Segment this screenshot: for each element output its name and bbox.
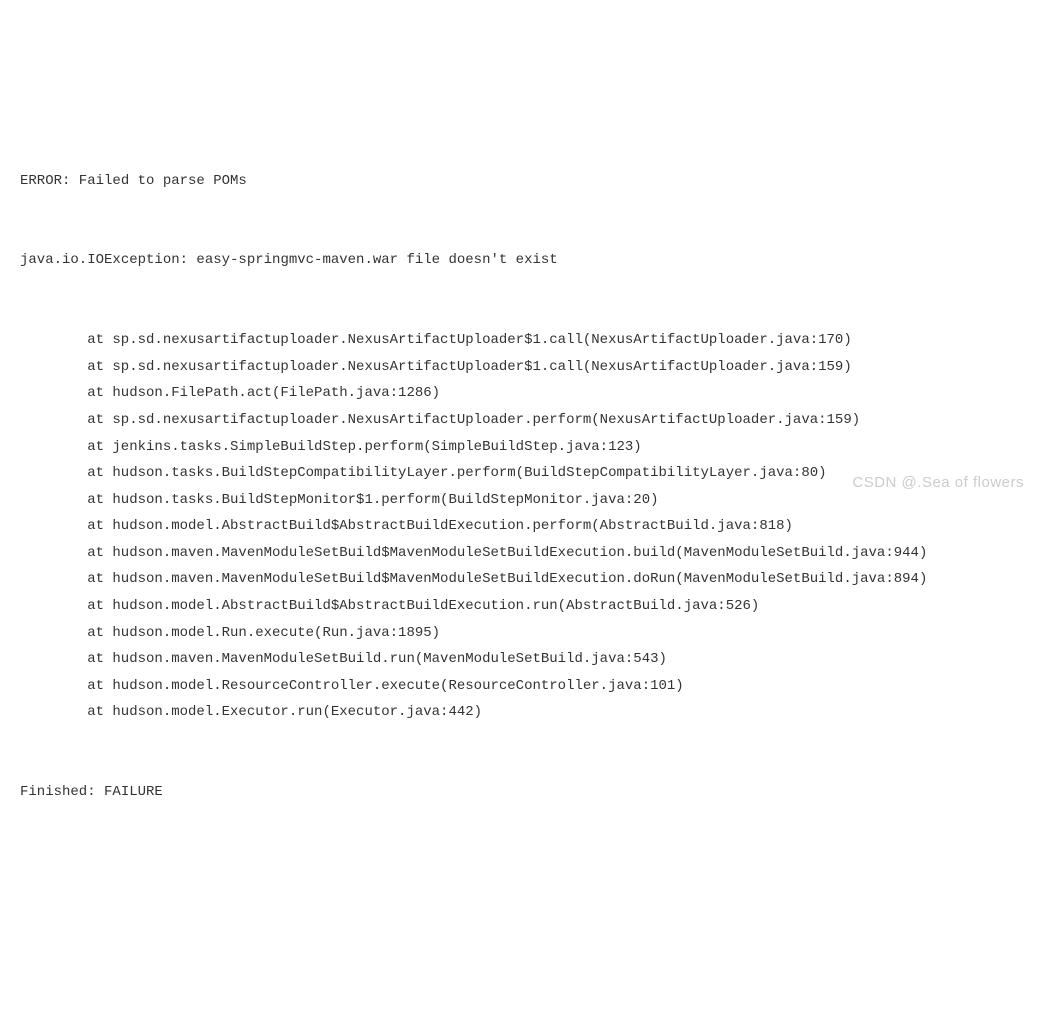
stack-trace-line: at hudson.maven.MavenModuleSetBuild.run(… [20, 646, 1024, 673]
stack-trace-line: at hudson.maven.MavenModuleSetBuild$Mave… [20, 540, 1024, 567]
console-output: ERROR: Failed to parse POMs java.io.IOEx… [20, 114, 1024, 832]
stack-trace-line: at hudson.model.Executor.run(Executor.ja… [20, 699, 1024, 726]
stack-trace-line: at hudson.model.ResourceController.execu… [20, 673, 1024, 700]
finished-line: Finished: FAILURE [20, 779, 1024, 806]
stack-trace-line: at jenkins.tasks.SimpleBuildStep.perform… [20, 434, 1024, 461]
stack-trace-line: at hudson.model.AbstractBuild$AbstractBu… [20, 513, 1024, 540]
stack-trace-line: at hudson.maven.MavenModuleSetBuild$Mave… [20, 566, 1024, 593]
stack-trace-line: at sp.sd.nexusartifactuploader.NexusArti… [20, 327, 1024, 354]
stack-trace-line: at hudson.tasks.BuildStepCompatibilityLa… [20, 460, 1024, 487]
stack-trace-line: at hudson.model.Run.execute(Run.java:189… [20, 620, 1024, 647]
stack-trace-line: at sp.sd.nexusartifactuploader.NexusArti… [20, 407, 1024, 434]
stack-trace-line: at hudson.FilePath.act(FilePath.java:128… [20, 380, 1024, 407]
error-header-line: ERROR: Failed to parse POMs [20, 168, 1024, 195]
stack-trace-line: at hudson.model.AbstractBuild$AbstractBu… [20, 593, 1024, 620]
stack-trace: at sp.sd.nexusartifactuploader.NexusArti… [20, 327, 1024, 726]
exception-line: java.io.IOException: easy-springmvc-mave… [20, 247, 1024, 274]
stack-trace-line: at sp.sd.nexusartifactuploader.NexusArti… [20, 354, 1024, 381]
stack-trace-line: at hudson.tasks.BuildStepMonitor$1.perfo… [20, 487, 1024, 514]
